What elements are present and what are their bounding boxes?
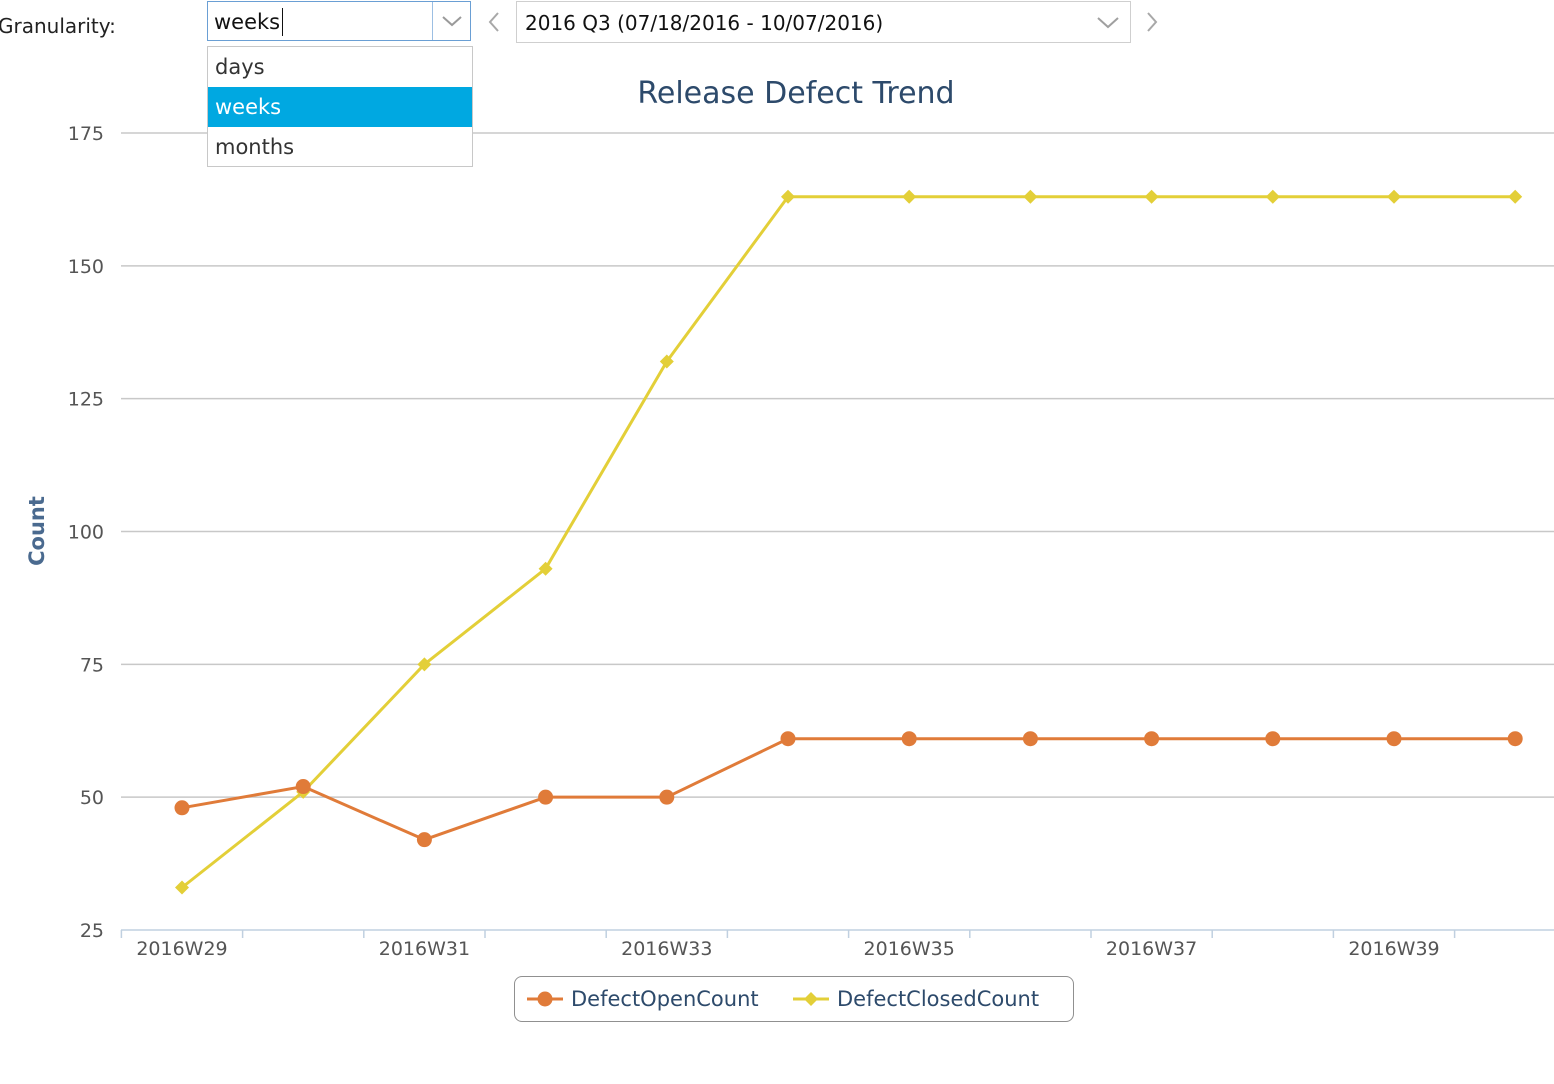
data-point-DefectOpenCount[interactable] — [1386, 731, 1402, 747]
y-tick-label: 175 — [68, 123, 104, 145]
x-tick-label: 2016W29 — [136, 938, 227, 960]
data-point-DefectOpenCount[interactable] — [174, 800, 190, 816]
y-tick-label: 25 — [80, 920, 104, 942]
chevron-left-icon — [488, 12, 499, 32]
period-select[interactable]: 2016 Q3 (07/18/2016 - 10/07/2016) — [516, 1, 1131, 43]
next-period-button[interactable] — [1144, 9, 1160, 35]
data-point-DefectClosedCount[interactable] — [902, 189, 917, 204]
data-point-DefectOpenCount[interactable] — [416, 832, 432, 848]
chevron-right-icon — [1147, 12, 1158, 32]
x-tick-label: 2016W37 — [1106, 938, 1197, 960]
data-point-DefectOpenCount[interactable] — [901, 731, 917, 747]
legend-item-closed[interactable]: DefectClosedCount — [793, 977, 1039, 1021]
granularity-input[interactable]: weeks — [214, 8, 284, 36]
period-select-value: 2016 Q3 (07/18/2016 - 10/07/2016) — [525, 11, 884, 35]
y-tick-label: 50 — [80, 787, 104, 809]
dropdown-option-weeks[interactable]: weeks — [208, 87, 472, 127]
chevron-down-icon — [1097, 17, 1119, 29]
series-line-DefectOpenCount — [181, 737, 1516, 842]
legend-item-open[interactable]: DefectOpenCount — [527, 977, 759, 1021]
chart-grid — [121, 132, 1554, 798]
legend-marker-diamond-icon — [793, 992, 829, 1006]
data-point-DefectOpenCount[interactable] — [1144, 731, 1160, 747]
legend-marker-circle-icon — [527, 991, 563, 1007]
chart-series — [174, 189, 1523, 895]
data-point-DefectClosedCount[interactable] — [1265, 189, 1280, 204]
data-point-DefectOpenCount[interactable] — [295, 779, 311, 795]
chart-page: 25 50 75 100 125 150 175 2016W29 2016W31 2016W33 2… — [0, 0, 1554, 1084]
data-point-DefectClosedCount[interactable] — [1144, 189, 1159, 204]
previous-period-button[interactable] — [486, 9, 502, 35]
y-tick-label: 125 — [68, 389, 104, 411]
y-tick-label: 150 — [68, 256, 104, 278]
chevron-down-icon — [441, 16, 462, 27]
chart-legend: DefectOpenCount DefectClosedCount — [514, 976, 1074, 1022]
x-tick-label: 2016W35 — [864, 938, 955, 960]
data-point-DefectOpenCount[interactable] — [659, 789, 675, 805]
dropdown-option-months[interactable]: months — [208, 127, 472, 167]
data-point-DefectOpenCount[interactable] — [1507, 731, 1523, 747]
y-axis-title: Count — [25, 496, 49, 566]
granularity-combobox[interactable]: weeks — [207, 1, 471, 41]
granularity-dropdown-list: days weeks months — [207, 46, 473, 167]
chart-title: Release Defect Trend — [637, 76, 954, 111]
data-point-DefectOpenCount[interactable] — [538, 789, 554, 805]
data-point-DefectOpenCount[interactable] — [1265, 731, 1281, 747]
data-point-DefectOpenCount[interactable] — [1022, 731, 1038, 747]
legend-label-open: DefectOpenCount — [571, 987, 759, 1011]
period-dropdown-button[interactable] — [1096, 11, 1120, 33]
x-tick-label: 2016W39 — [1348, 938, 1439, 960]
x-tick-label: 2016W31 — [379, 938, 470, 960]
data-point-DefectClosedCount[interactable] — [1508, 189, 1523, 204]
granularity-dropdown-button[interactable] — [432, 2, 470, 40]
chart-axes: 25 50 75 100 125 150 175 2016W29 2016W31 2016W33 2… — [68, 123, 1554, 960]
y-tick-label: 100 — [68, 522, 104, 544]
data-point-DefectOpenCount[interactable] — [780, 731, 796, 747]
x-tick-label: 2016W33 — [621, 938, 712, 960]
granularity-label: Granularity: — [0, 14, 116, 38]
data-point-DefectClosedCount[interactable] — [1023, 189, 1038, 204]
y-tick-label: 75 — [80, 654, 104, 676]
legend-label-closed: DefectClosedCount — [837, 987, 1040, 1011]
series-line-DefectClosedCount — [181, 195, 1516, 889]
data-point-DefectClosedCount[interactable] — [1387, 189, 1401, 204]
dropdown-option-days[interactable]: days — [208, 47, 472, 87]
